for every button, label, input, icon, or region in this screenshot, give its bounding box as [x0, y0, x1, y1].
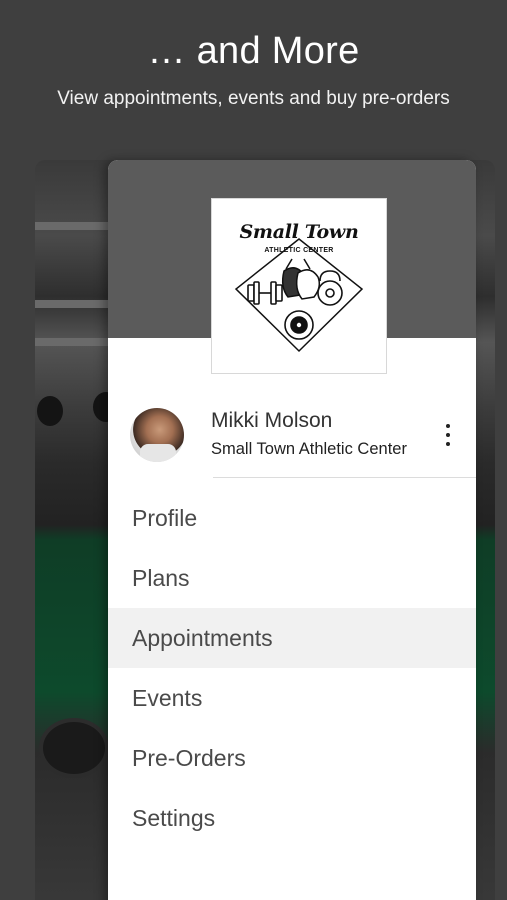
menu-item-events[interactable]: Events: [108, 668, 476, 728]
promo-title: … and More: [147, 30, 360, 72]
weight-plate-icon: [284, 310, 314, 340]
avatar-shirt: [140, 444, 176, 462]
photo-shelf: [35, 222, 115, 230]
logo-title: Small Town: [239, 221, 359, 243]
menu-item-pre-orders[interactable]: Pre-Orders: [108, 728, 476, 788]
drawer-menu: Profile Plans Appointments Events Pre-Or…: [108, 488, 476, 848]
boxing-gloves-icon: [281, 258, 321, 300]
menu-item-profile[interactable]: Profile: [108, 488, 476, 548]
kettlebell-icon: [317, 270, 343, 306]
user-name: Mikki Molson: [211, 409, 333, 432]
user-gym-name: Small Town Athletic Center: [211, 440, 407, 458]
promo-subtitle: View appointments, events and buy pre-or…: [57, 88, 450, 109]
photo-kettlebell: [37, 396, 63, 426]
kebab-dot: [446, 433, 450, 437]
divider: [213, 477, 476, 478]
gym-logo: Small Town ATHLETIC CENTER: [211, 198, 387, 374]
avatar[interactable]: [130, 408, 184, 462]
photo-shelf: [35, 300, 115, 308]
kebab-dot: [446, 424, 450, 428]
photo-shelf: [35, 338, 115, 346]
user-account-row[interactable]: Mikki Molson Small Town Athletic Center: [108, 400, 476, 478]
logo-subtitle: ATHLETIC CENTER: [264, 247, 334, 254]
navigation-drawer: Small Town ATHLETIC CENTER Mikki Molson …: [108, 160, 476, 900]
menu-item-plans[interactable]: Plans: [108, 548, 476, 608]
dumbbell-icon: [247, 281, 283, 305]
more-vert-icon[interactable]: [438, 420, 458, 450]
menu-item-appointments[interactable]: Appointments: [108, 608, 476, 668]
photo-weight-plate: [39, 718, 109, 778]
menu-item-settings[interactable]: Settings: [108, 788, 476, 848]
kebab-dot: [446, 442, 450, 446]
